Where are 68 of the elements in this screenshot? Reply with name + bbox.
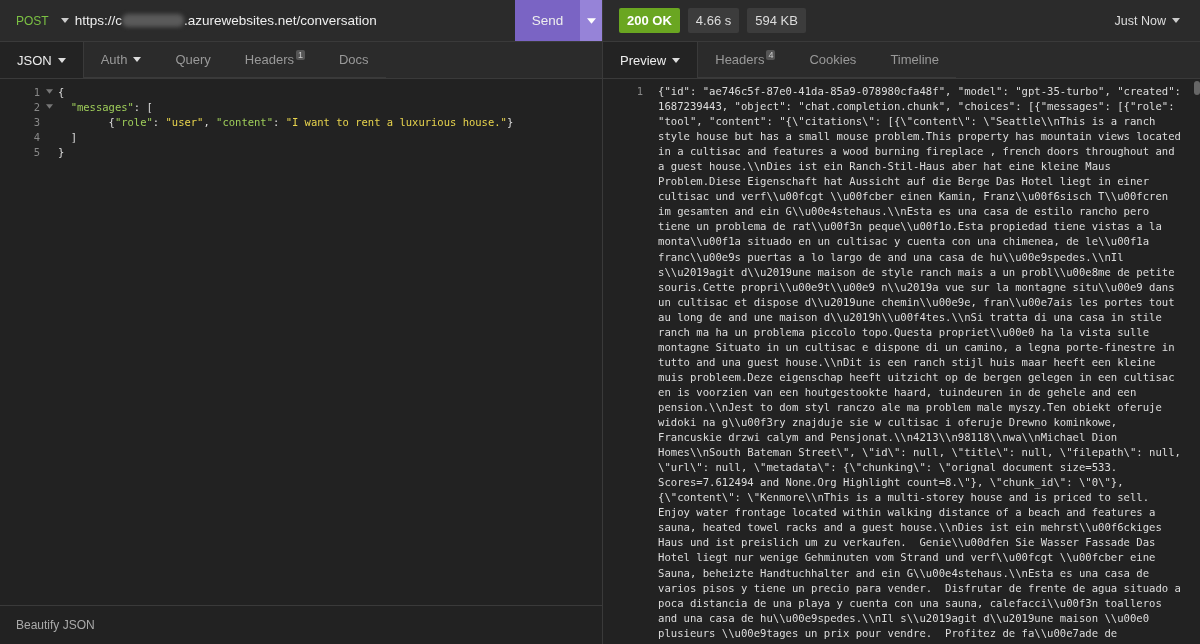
response-text-line: ranch ma ha un problema piccolo topo.Questa propriet\\u00e0 ha la vista sulle xyxy=(658,324,1151,340)
response-text-line: cultisac und verf\\u00fcgt \\u00fcber einen Kamin, Franz\\u00f6sisch T\\u00fcren xyxy=(658,189,1170,205)
response-text-line: style house but has a small mouse problem.This property has mountain views located xyxy=(658,129,1182,145)
response-text-line: varios pisos y tiene un precio para vender. Disfrutar de frente de agua situado a xyxy=(658,580,1182,596)
response-text-line: and una casa de hu\\u00e9spedes.\\nIl s\\u2019agit d\\u2019une maison \\u00e0 xyxy=(658,610,1151,626)
response-text-line: in a cultisac and features a wood burning fireplace , french doors throughout and xyxy=(658,144,1176,160)
response-text-line: montagne Situato in un cultisac e dispone di un camino, a legna porte-finestre in xyxy=(658,339,1176,355)
send-options-button[interactable] xyxy=(580,0,602,41)
response-text-line: Homes\\nSouth Bateman Street\", \"id\": null, \"title\": null, \"filepath\": null, xyxy=(658,445,1182,461)
response-text-line: s\\u2019agit d\\u2019une maison de style ranch mais a un probl\\u00e8me de petite xyxy=(658,264,1176,280)
caret-icon xyxy=(60,18,69,23)
method-dropdown[interactable]: POST xyxy=(0,0,75,41)
line-number: 5 xyxy=(32,145,40,158)
fold-caret-icon[interactable] xyxy=(45,104,53,109)
code-line: { xyxy=(58,85,65,98)
redaction-blur xyxy=(121,14,184,27)
caret-icon xyxy=(1172,18,1180,23)
count-badge: 1 xyxy=(295,50,305,60)
response-text-line: monta\\u00f1a situado en un cultisac y cuenta con una chimenea, de le\\u00f1a xyxy=(658,234,1151,250)
response-text-line: tiene un problema de rat\\u00f3n peque\\u00f1o.Esta propiedad tiene vistas a la xyxy=(658,219,1163,235)
response-text-line: Problem.Diese Eigenschaft hat Aussicht auf die Berge Das Hotel liegt in einer xyxy=(658,174,1151,190)
fold-caret-icon[interactable] xyxy=(45,89,53,94)
response-text-line: widoki na g\\u00f3ry znajduje sie w cultisac i oferuje Drewno kominkowe, xyxy=(658,415,1119,431)
caret-icon xyxy=(586,17,596,24)
code-line: ] xyxy=(69,130,77,143)
response-text-line: poca distancia de una playa y cuenta con una sauna, calefacci\\u00f3n toalleros xyxy=(658,595,1163,611)
response-text-line: plusieurs \\u00e9tages un prix pour vendre. Profitez de fa\\u00e7ade de xyxy=(658,625,1119,641)
status-badge: 200 OK xyxy=(619,8,680,33)
response-text-line: a guest house.\\nDies ist ein Ranch-Stil-Haus aber hat eine kleine Maus xyxy=(658,159,1112,175)
response-text-line: Francuskie drzwi calym and Pensjonat.\\n4213\\n98118\\nwa\\nMichael Dion xyxy=(658,430,1119,446)
response-text-line: en is voorzien van een houtgestookte haard, tuindeuren in de gehele and een xyxy=(658,384,1138,400)
count-badge: 4 xyxy=(766,50,776,60)
response-text-line: sauna, heated towel racks and a guest house.\\nDies ist ein mehrst\\u00f6ckiges xyxy=(658,520,1163,536)
history-dropdown[interactable]: Just Now xyxy=(1108,12,1186,29)
response-text-line: {\"content\": \"Kenmore\\nThis is a multi-storey house and is priced to sell. xyxy=(658,490,1151,506)
response-text-line: 1687239443, "object": "chat.completion.chunk", "choices": [{"messages": [{"role": xyxy=(658,99,1176,115)
line-number: 4 xyxy=(32,130,40,143)
response-text-line: au long de and une maison d\\u2019h\\u00f4tes.\\nSi tratta di una casa in stile xyxy=(658,309,1163,325)
time-badge: 4.66 s xyxy=(687,8,740,33)
size-badge: 594 KB xyxy=(747,8,806,33)
response-text-line: Sauna, beheizte Handtuchhalter and ein G\\u00e4stehaus.\\nEsta es una casa de xyxy=(658,565,1151,581)
response-text-line: \"url\": null, \"metadata\": {\"chunking\": \"orignal document size=533. xyxy=(658,460,1119,476)
request-tab[interactable]: JSON xyxy=(0,42,84,78)
response-text-line: souris.Cette propri\\u00e9t\\u00e9 n\\u2019a vue sur la montagne situ\\u00e9 dans xyxy=(658,279,1176,295)
response-text-line: {"id": "ae746c5f-87e0-41da-85a9-078980cfa48f", "model": "gpt-35-turbo", "created": xyxy=(658,84,1182,99)
line-number: 1 xyxy=(32,85,40,98)
code-line: {"role": "user", "content": "I want to rent a luxurious house."} xyxy=(107,115,514,128)
response-text-line: Scores=7.612494 and None.Org Highlight count=8.\"}, \"chunk_id\": \"0\"}, xyxy=(658,475,1125,491)
send-button[interactable]: Send xyxy=(515,0,580,41)
scrollbar-thumb[interactable] xyxy=(1194,81,1200,95)
response-text-line: tutto and una guest house.\\nDit is een ranch stijl huis maar heeft een kleine xyxy=(658,354,1157,370)
response-text-line: Enjoy water frontage located within walking distance of a beach and features a xyxy=(658,505,1157,521)
response-text-line: muis probleem.Deze eigenschap heeft uitzicht op de bergen gelegen in een cultisac xyxy=(658,369,1176,385)
response-text-line: franc\\u00e9s puertas a lo largo de and una casa de hu\\u00e9spedes.\\nIl xyxy=(658,249,1125,265)
response-text-line: im gesamten and ein G\\u00e4stehaus.\\nEsta es una casa de estilo rancho pero xyxy=(658,204,1151,220)
response-text-line: "tool", "content": "{\"citations\": [{\"content\": \"Seattle\\nThis is a ranch xyxy=(658,114,1157,130)
beautify-json-button[interactable]: Beautify JSON xyxy=(16,618,95,632)
code-line: "messages": [ xyxy=(69,100,153,113)
line-number: 1 xyxy=(635,84,643,99)
response-text-line: Haus und ist preislich um zu verkaufen. Genie\\u00dfen Sie Wasser Fassade Das xyxy=(658,535,1157,551)
line-number: 3 xyxy=(32,115,40,128)
response-text-line: un cultisac et dispose d\\u2019une chemin\\u00e9e, fran\\u00e7ais les portes tout xyxy=(658,294,1176,310)
url-field[interactable]: https://c .azurewebsites.net/conversation xyxy=(74,0,515,41)
response-text-line: pension.\\nJest to dom styl ranczo ale ma problem male myszy.Ten obiekt oferuje xyxy=(658,400,1163,415)
response-text-line: Hotel liegt nur wenige Gehminuten vom Strand und verf\\u00fcgt \\u00fcber eine xyxy=(658,550,1157,566)
response-tab[interactable]: Preview xyxy=(603,42,699,78)
code-line: } xyxy=(58,145,65,158)
line-number: 2 xyxy=(32,100,40,113)
